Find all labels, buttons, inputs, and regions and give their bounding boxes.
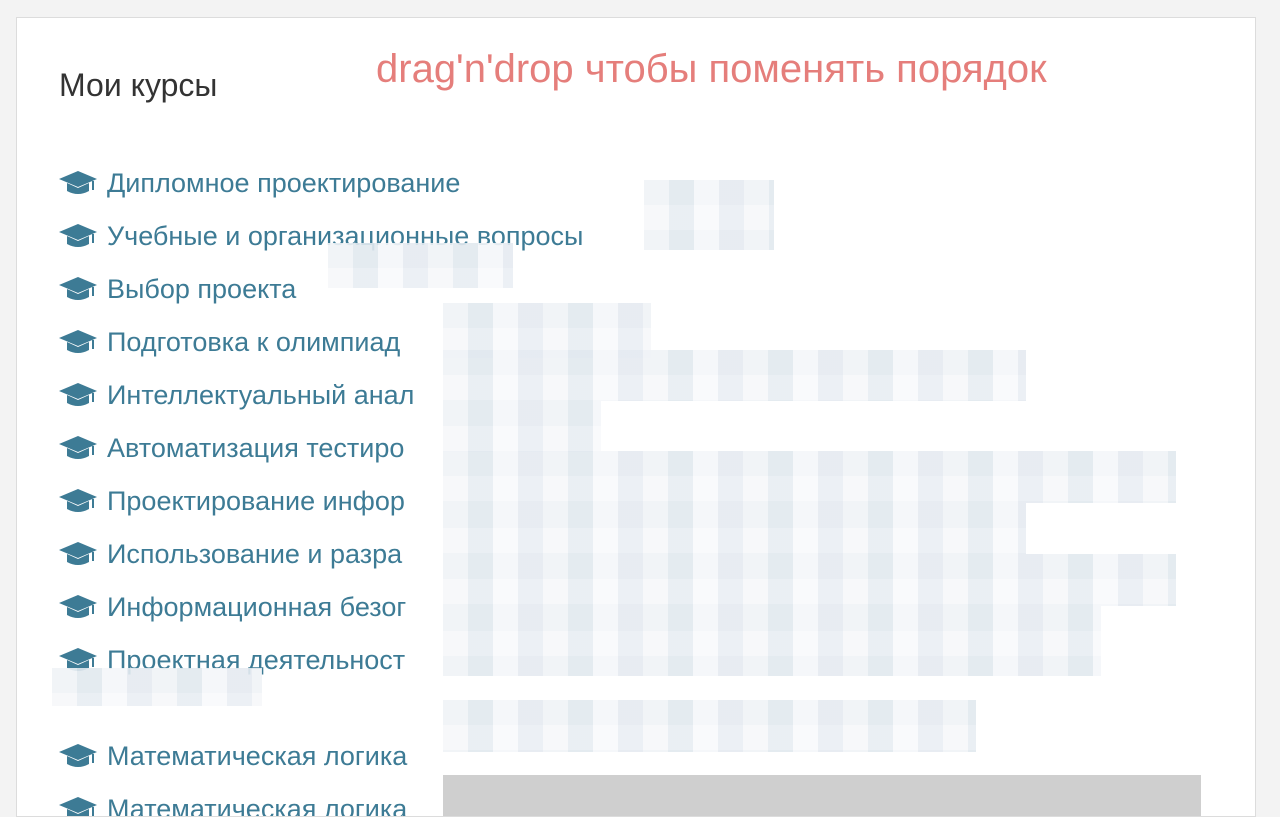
course-item-11[interactable]: Математическая логика [57, 736, 407, 776]
course-item-8[interactable]: Использование и разра [57, 534, 402, 574]
redaction-blur [443, 503, 1026, 554]
course-label: Автоматизация тестиро [107, 433, 405, 463]
redaction-blur [644, 180, 774, 250]
graduation-cap-icon [59, 489, 97, 512]
course-item-3[interactable]: Выбор проекта [57, 269, 296, 309]
redaction-blur [443, 700, 976, 752]
graduation-cap-icon [59, 277, 97, 300]
graduation-cap-icon [59, 542, 97, 565]
redaction-blur [443, 401, 601, 452]
graduation-cap-icon [59, 224, 97, 247]
course-label: Подготовка к олимпиад [107, 327, 401, 357]
graduation-cap-icon [59, 797, 97, 816]
redaction-blur [443, 350, 1026, 401]
course-item-12[interactable]: Математическая логика [57, 789, 408, 817]
redaction-blur [443, 606, 1101, 676]
course-item-5[interactable]: Интеллектуальный анал [57, 375, 414, 415]
redaction-blur [52, 668, 262, 706]
course-label: Интеллектуальный анал [107, 380, 415, 410]
courses-card: Мои курсы drag'n'drop чтобы поменять пор… [16, 17, 1256, 817]
graduation-cap-icon [59, 383, 97, 406]
redaction-blur [443, 451, 1176, 503]
course-label: Информационная безог [107, 592, 407, 622]
redaction-blur [328, 243, 513, 288]
course-item-9[interactable]: Информационная безог [57, 587, 406, 627]
course-item-1[interactable]: Дипломное проектирование [57, 163, 460, 203]
graduation-cap-icon [59, 595, 97, 618]
page-title: Мои курсы [59, 67, 218, 103]
course-item-7[interactable]: Проектирование инфор [57, 481, 405, 521]
course-label: Дипломное проектирование [107, 168, 461, 198]
redaction-blur [443, 775, 1201, 816]
course-label: Выбор проекта [107, 274, 297, 304]
course-item-6[interactable]: Автоматизация тестиро [57, 428, 404, 468]
graduation-cap-icon [59, 436, 97, 459]
course-label: Использование и разра [107, 539, 403, 569]
graduation-cap-icon [59, 330, 97, 353]
course-label: Математическая логика [107, 794, 408, 817]
course-label: Проектирование инфор [107, 486, 405, 516]
redaction-blur [443, 554, 1176, 606]
course-label: Математическая логика [107, 741, 408, 771]
drag-drop-hint: drag'n'drop чтобы поменять порядок [376, 47, 1047, 91]
course-item-4[interactable]: Подготовка к олимпиад [57, 322, 400, 362]
graduation-cap-icon [59, 744, 97, 767]
graduation-cap-icon [59, 171, 97, 194]
